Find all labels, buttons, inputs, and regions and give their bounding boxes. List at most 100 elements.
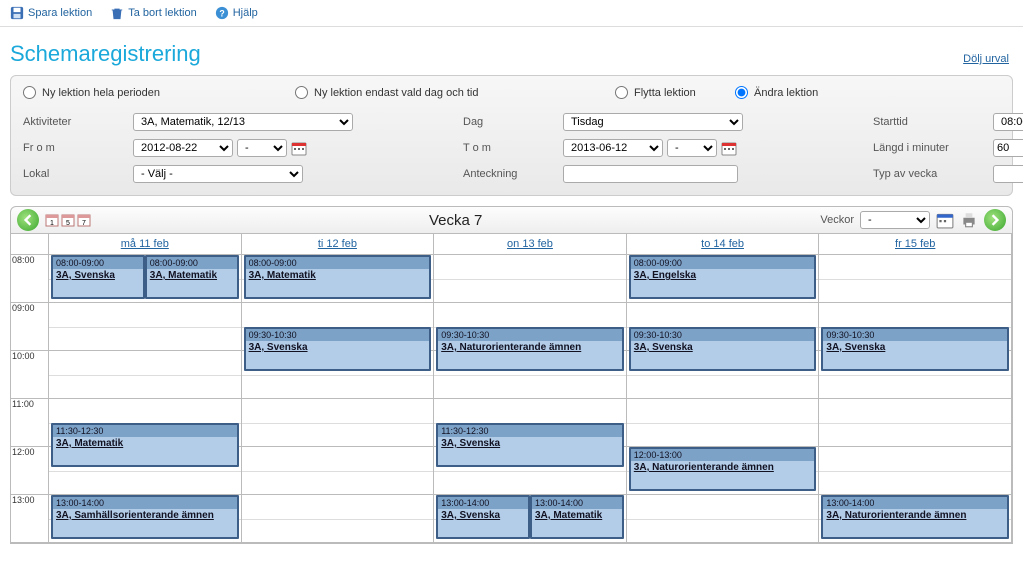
dag-select[interactable]: Tisdag [563,113,743,131]
help-button[interactable]: ? Hjälp [215,6,258,20]
event[interactable]: 12:00-13:003A, Naturorienterande ämnen [629,447,817,491]
slot[interactable]: 13:00-14:003A, Svenska 13:00-14:003A, Ma… [434,495,627,543]
svg-text:1: 1 [50,220,54,227]
slot[interactable]: 08:00-09:003A, Matematik [242,255,435,303]
typ-label: Typ av vecka [873,168,993,180]
slot[interactable] [49,351,242,399]
svg-text:?: ? [219,9,224,19]
event[interactable]: 09:30-10:303A, Svenska [244,327,432,371]
starttid-select[interactable]: 08:00 [993,113,1023,131]
page-title: Schemaregistrering [0,27,1023,71]
time-cell: 10:00 [11,351,49,399]
calendar-icon[interactable] [721,140,737,156]
slot[interactable]: 08:00-09:003A, Engelska [627,255,820,303]
slot[interactable] [627,399,820,447]
slot[interactable]: 08:00-09:003A, Svenska 08:00-09:003A, Ma… [49,255,242,303]
hide-filter-link[interactable]: Dölj urval [963,53,1009,65]
veckor-label: Veckor [820,214,854,226]
next-week-button[interactable] [984,209,1006,231]
range-3-icon[interactable]: 7 [77,213,91,227]
aktiviteter-select[interactable]: 3A, Matematik, 12/13 [133,113,353,131]
tom-sub-select[interactable]: - [667,139,717,157]
schedule-grid: må 11 feb ti 12 feb on 13 feb to 14 feb … [10,234,1013,544]
time-cell: 08:00 [11,255,49,303]
delete-label: Ta bort lektion [128,7,196,19]
event[interactable]: 09:30-10:303A, Svenska [821,327,1009,371]
help-icon: ? [215,6,229,20]
event[interactable]: 13:00-14:003A, Matematik [530,495,624,539]
mode-radio-row: Ny lektion hela perioden Ny lektion enda… [23,86,1000,99]
aktiviteter-label: Aktiviteter [23,116,133,128]
radio-move[interactable]: Flytta lektion [615,86,725,99]
tom-date-select[interactable]: 2013-06-12 [563,139,663,157]
event[interactable]: 08:00-09:003A, Engelska [629,255,817,299]
save-icon [10,6,24,20]
slot[interactable] [819,399,1012,447]
lokal-select[interactable]: - Välj - [133,165,303,183]
filter-panel: Ny lektion hela perioden Ny lektion enda… [10,75,1013,196]
slot[interactable]: 13:00-14:003A, Samhällsorienterande ämne… [49,495,242,543]
slot[interactable]: 11:30-12:303A, Matematik [49,399,242,447]
week-bar: 1 5 7 Vecka 7 Veckor - [10,206,1013,234]
view-range-buttons: 1 5 7 [45,213,91,227]
slot[interactable] [819,447,1012,495]
radio-new-selected[interactable]: Ny lektion endast vald dag och tid [295,86,605,99]
slot[interactable]: 09:30-10:303A, Svenska [627,303,820,351]
typ-select[interactable] [993,165,1023,183]
event[interactable]: 11:30-12:303A, Matematik [51,423,239,467]
anteckning-label: Anteckning [463,168,563,180]
event[interactable]: 11:30-12:303A, Svenska [436,423,624,467]
event[interactable]: 09:30-10:303A, Naturorienterande ämnen [436,327,624,371]
day-header-tue[interactable]: ti 12 feb [242,234,435,255]
day-header-fri[interactable]: fr 15 feb [819,234,1012,255]
event[interactable]: 13:00-14:003A, Svenska [436,495,530,539]
day-header-mon[interactable]: må 11 feb [49,234,242,255]
range-1-icon[interactable]: 1 [45,213,59,227]
event[interactable]: 09:30-10:303A, Svenska [629,327,817,371]
range-2-icon[interactable]: 5 [61,213,75,227]
time-cell: 09:00 [11,303,49,351]
slot[interactable]: 13:00-14:003A, Naturorienterande ämnen [819,495,1012,543]
slot[interactable] [819,255,1012,303]
slot[interactable] [242,495,435,543]
slot[interactable] [627,495,820,543]
langd-input[interactable] [993,139,1023,157]
delete-button[interactable]: Ta bort lektion [110,6,196,20]
radio-new-period[interactable]: Ny lektion hela perioden [23,86,285,99]
calendar-icon[interactable] [936,211,954,229]
print-icon[interactable] [960,211,978,229]
slot[interactable]: 09:30-10:303A, Svenska [819,303,1012,351]
dag-label: Dag [463,116,563,128]
day-header-thu[interactable]: to 14 feb [627,234,820,255]
slot[interactable] [242,399,435,447]
event[interactable]: 13:00-14:003A, Naturorienterande ämnen [821,495,1009,539]
slot[interactable] [49,303,242,351]
time-cell: 11:00 [11,399,49,447]
time-cell: 12:00 [11,447,49,495]
event[interactable]: 08:00-09:003A, Matematik [145,255,239,299]
slot[interactable]: 11:30-12:303A, Svenska [434,399,627,447]
day-header-wed[interactable]: on 13 feb [434,234,627,255]
time-cell: 13:00 [11,495,49,543]
veckor-select[interactable]: - [860,211,930,229]
event[interactable]: 13:00-14:003A, Samhällsorienterande ämne… [51,495,239,539]
slot[interactable]: 09:30-10:303A, Naturorienterande ämnen [434,303,627,351]
slot[interactable] [242,447,435,495]
corner-cell [11,234,49,255]
week-title: Vecka 7 [91,212,820,229]
from-sub-select[interactable]: - [237,139,287,157]
radio-edit[interactable]: Ändra lektion [735,86,818,99]
prev-week-button[interactable] [17,209,39,231]
save-button[interactable]: Spara lektion [10,6,92,20]
from-label: Fr o m [23,142,133,154]
slot[interactable]: 09:30-10:303A, Svenska [242,303,435,351]
starttid-label: Starttid [873,116,993,128]
event[interactable]: 08:00-09:003A, Matematik [244,255,432,299]
from-date-select[interactable]: 2012-08-22 [133,139,233,157]
slot[interactable] [434,255,627,303]
calendar-icon[interactable] [291,140,307,156]
slot[interactable]: 12:00-13:003A, Naturorienterande ämnen [627,447,820,495]
svg-text:7: 7 [82,220,86,227]
anteckning-input[interactable] [563,165,738,183]
event[interactable]: 08:00-09:003A, Svenska [51,255,145,299]
